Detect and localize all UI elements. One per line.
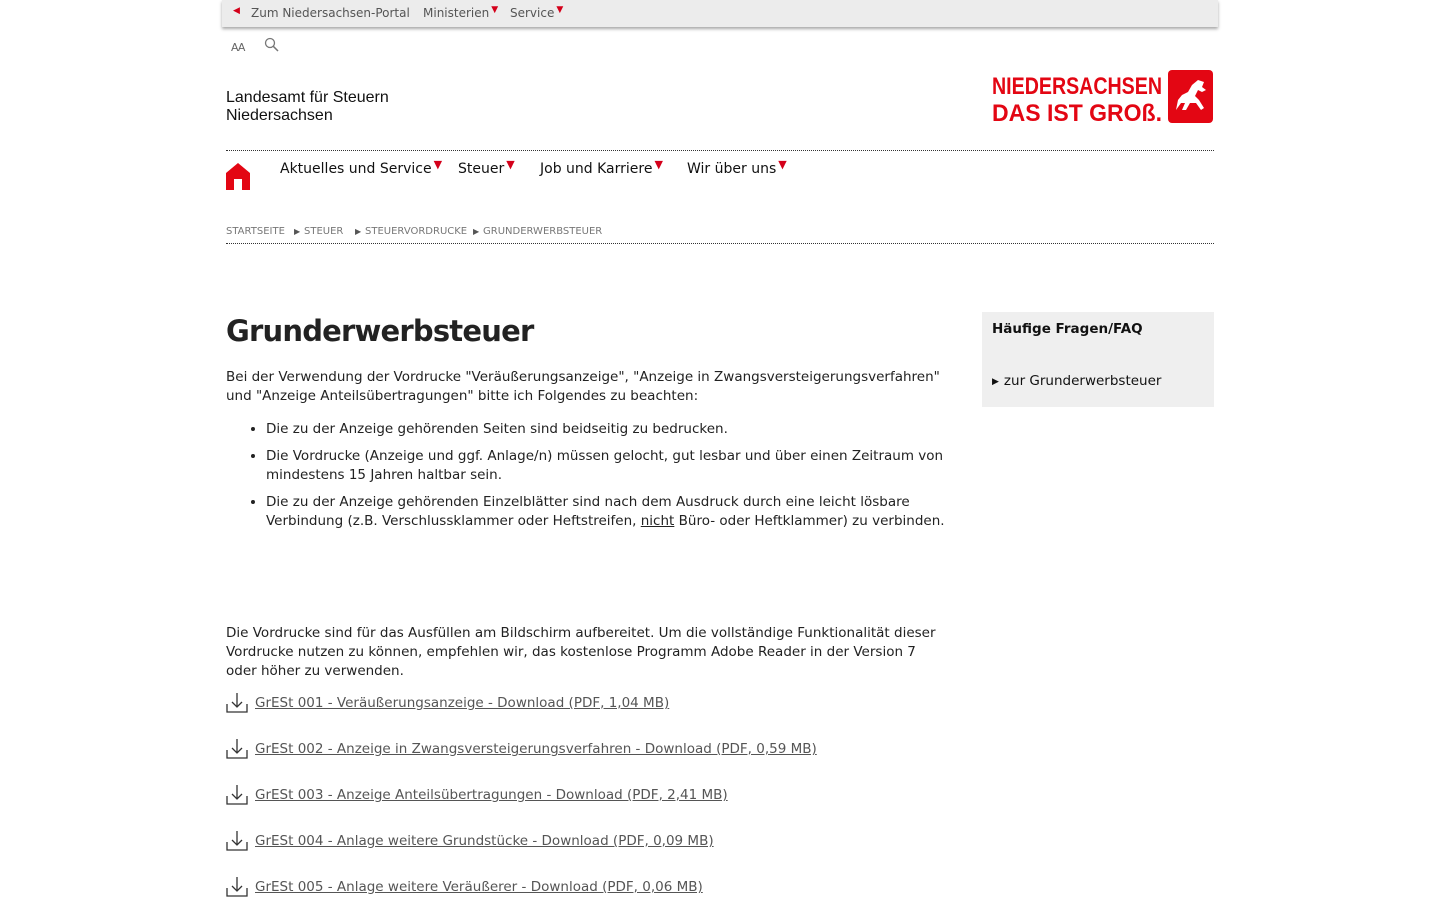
caret-down-icon: ▼: [506, 158, 515, 171]
adobe-reader-note: Die Vordrucke sind für das Ausfüllen am …: [226, 625, 936, 679]
list-item: Die Vordrucke (Anzeige und ggf. Anlage/n…: [266, 447, 946, 485]
logo-line2: DAS IST GROß.: [992, 100, 1162, 124]
breadcrumb-item-startseite[interactable]: Startseite: [226, 226, 285, 237]
caret-down-icon: ▼: [778, 158, 787, 171]
intro-text: Bei der Verwendung der Vordrucke "Veräuß…: [226, 369, 940, 404]
emphasis-nicht: nicht: [640, 513, 675, 529]
breadcrumb-item-steuer[interactable]: Steuer: [304, 226, 343, 237]
triangle-right-icon: ▶: [473, 227, 480, 236]
arrow-left-icon: ◀: [233, 6, 240, 16]
caret-down-icon: ▼: [491, 5, 499, 15]
breadcrumb-divider: [226, 243, 1214, 244]
instructions-list: Die zu der Anzeige gehörenden Seiten sin…: [226, 420, 946, 539]
nav-aktuelles[interactable]: Aktuelles und Service ▼: [280, 158, 443, 177]
nav-label: Job und Karriere: [540, 161, 653, 177]
caret-down-icon: ▼: [556, 5, 564, 15]
breadcrumb-item-grunderwerbsteuer: Grunderwerbsteuer: [483, 226, 603, 237]
site-title-line1: Landesamt für Steuern: [226, 89, 389, 106]
download-icon: [226, 830, 248, 858]
ministerien-label: Ministerien: [423, 6, 490, 20]
service-label: Service: [510, 6, 555, 20]
portal-link[interactable]: Zum Niedersachsen-Portal: [251, 6, 410, 20]
faq-link[interactable]: ▶ zur Grunderwerbsteuer: [992, 373, 1161, 389]
logo-line1: NIEDERSACHSEN: [992, 73, 1162, 100]
list-item-text: Büro- oder Heftklammer) zu verbinden.: [674, 513, 945, 529]
site-title-line2: Niedersachsen: [226, 107, 333, 124]
download-icon: [226, 784, 248, 812]
triangle-right-icon: ▶: [355, 227, 362, 236]
faq-title: Häufige Fragen/FAQ: [992, 321, 1143, 337]
niedersachsen-logo[interactable]: NIEDERSACHSEN DAS IST GROß.: [992, 70, 1214, 128]
nav-label: Aktuelles und Service: [280, 161, 432, 177]
nav-job-karriere[interactable]: Job und Karriere ▼: [540, 158, 663, 177]
list-item: Die zu der Anzeige gehörenden Seiten sin…: [266, 420, 946, 439]
faq-link-label: zur Grunderwerbsteuer: [1003, 373, 1162, 389]
download-icon: [226, 738, 248, 766]
nav-wir-ueber-uns[interactable]: Wir über uns ▼: [687, 158, 787, 177]
download-icon: [226, 692, 248, 720]
triangle-right-icon: ▶: [992, 377, 999, 387]
nav-steuer[interactable]: Steuer ▼: [458, 158, 515, 177]
search-icon[interactable]: [264, 37, 280, 56]
font-size-button[interactable]: AA: [231, 41, 245, 54]
site-title[interactable]: Landesamt für Steuern Niedersachsen: [226, 89, 389, 125]
faq-box: Häufige Fragen/FAQ ▶ zur Grunderwerbsteue…: [982, 312, 1214, 407]
download-link-grest-003[interactable]: GrESt 003 - Anzeige Anteilsübertragungen…: [255, 786, 728, 805]
download-link-grest-002[interactable]: GrESt 002 - Anzeige in Zwangsversteigeru…: [255, 740, 817, 759]
home-icon[interactable]: [226, 161, 250, 195]
main-navigation: Aktuelles und Service ▼ Steuer ▼ Job und K…: [226, 158, 1214, 195]
breadcrumb-item-steuervordrucke[interactable]: Steuervordrucke: [365, 226, 467, 237]
page-title: Grunderwerbsteuer: [226, 314, 534, 348]
download-link-grest-001[interactable]: GrESt 001 - Veräußerungsanzeige - Downlo…: [255, 694, 669, 713]
list-item: Die zu der Anzeige gehörenden Einzelblät…: [266, 493, 946, 531]
header-divider: [226, 150, 1214, 151]
caret-down-icon: ▼: [654, 158, 663, 171]
download-link-grest-005[interactable]: GrESt 005 - Anlage weitere Veräußerer - …: [255, 878, 703, 897]
caret-down-icon: ▼: [433, 158, 443, 171]
lower-saxony-horse-logo: [1168, 70, 1213, 123]
service-bar: ◀ Zum Niedersachsen-Portal Ministerien ▼ …: [222, 0, 1218, 27]
main-content: Grunderwerbsteuer Bei der Verwendung der…: [226, 312, 946, 897]
ministerien-menu[interactable]: Ministerien ▼: [423, 5, 499, 20]
service-menu[interactable]: Service ▼: [510, 5, 564, 20]
triangle-right-icon: ▶: [294, 227, 301, 236]
download-link-grest-004[interactable]: GrESt 004 - Anlage weitere Grundstücke -…: [255, 832, 714, 851]
nav-label: Steuer: [458, 161, 505, 177]
nav-label: Wir über uns: [687, 161, 777, 177]
